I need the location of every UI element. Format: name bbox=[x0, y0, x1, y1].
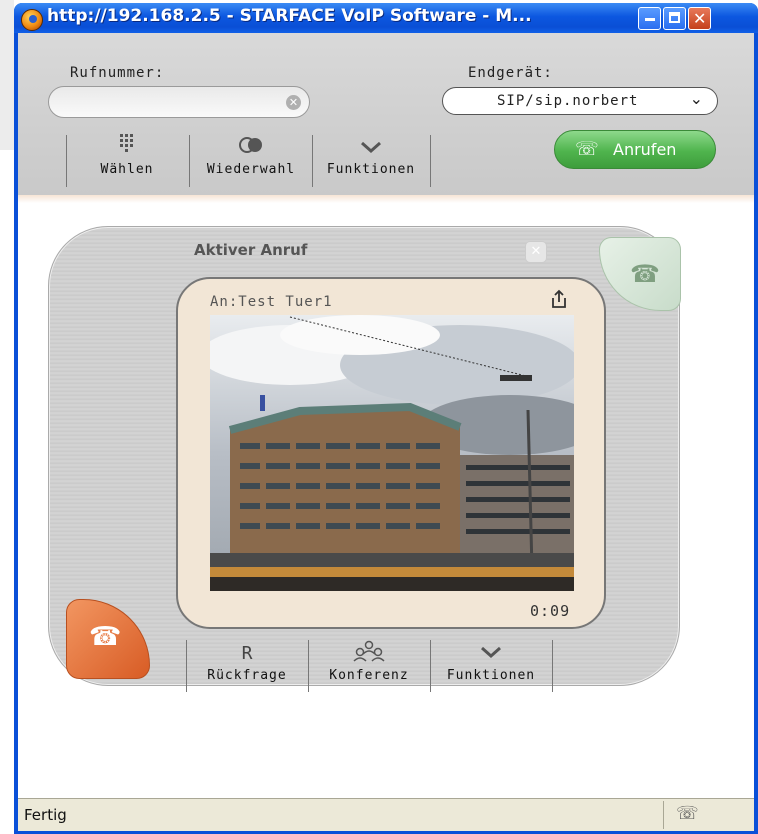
redial-button[interactable]: Wiederwahl bbox=[190, 132, 312, 188]
conference-button[interactable]: Konferenz bbox=[309, 640, 429, 696]
close-button[interactable]: ✕ bbox=[688, 7, 711, 30]
camera-video bbox=[210, 315, 574, 591]
dial-button-label: Wählen bbox=[100, 162, 154, 177]
call-functions-button[interactable]: Funktionen bbox=[431, 640, 551, 696]
conference-icon bbox=[309, 640, 429, 668]
call-duration: 0:09 bbox=[530, 602, 571, 620]
panel-title: Aktiver Anruf bbox=[194, 241, 308, 259]
separator bbox=[552, 640, 553, 692]
phone-number-input[interactable]: ✕ bbox=[48, 86, 310, 118]
share-icon[interactable] bbox=[550, 289, 568, 314]
close-icon[interactable]: ✕ bbox=[525, 241, 547, 263]
status-divider bbox=[663, 801, 664, 829]
page-content: Rufnummer: ✕ Endgerät: SIP/sip.norbert ⌄ bbox=[18, 33, 754, 831]
dial-toolbar: Rufnummer: ✕ Endgerät: SIP/sip.norbert ⌄ bbox=[18, 33, 754, 203]
close-icon: ✕ bbox=[693, 9, 707, 28]
phone-icon: ☏ bbox=[676, 803, 699, 824]
functions-button[interactable]: Funktionen bbox=[312, 132, 430, 188]
chevron-down-icon: ⌄ bbox=[689, 89, 703, 108]
title-bar[interactable]: http://192.168.2.5 - STARFACE VoIP Softw… bbox=[14, 3, 758, 33]
call-button[interactable]: ☏ Anrufen bbox=[554, 130, 716, 169]
minimize-icon bbox=[645, 18, 655, 21]
phone-number-label: Rufnummer: bbox=[70, 65, 165, 81]
call-functions-button-label: Funktionen bbox=[446, 668, 536, 683]
dial-button[interactable]: Wählen bbox=[66, 132, 188, 188]
consultation-button[interactable]: R Rückfrage bbox=[187, 640, 307, 696]
functions-button-label: Funktionen bbox=[326, 162, 416, 177]
maximize-button[interactable] bbox=[663, 7, 686, 30]
firefox-icon bbox=[21, 9, 43, 31]
window-title: http://192.168.2.5 - STARFACE VoIP Softw… bbox=[47, 6, 532, 26]
phone-icon: ☎ bbox=[630, 260, 660, 288]
device-value: SIP/sip.norbert bbox=[497, 93, 639, 109]
phone-icon: ☏ bbox=[575, 138, 599, 160]
device-label: Endgerät: bbox=[468, 65, 553, 81]
consultation-button-label: Rückfrage bbox=[207, 668, 287, 683]
call-button-label: Anrufen bbox=[613, 140, 677, 159]
answer-button[interactable]: ☎ bbox=[599, 237, 681, 311]
device-select[interactable]: SIP/sip.norbert ⌄ bbox=[442, 87, 718, 115]
chevron-down-icon bbox=[312, 132, 430, 162]
separator bbox=[430, 135, 431, 187]
status-text: Fertig bbox=[24, 806, 67, 824]
dialpad-icon bbox=[66, 132, 188, 162]
browser-window: http://192.168.2.5 - STARFACE VoIP Softw… bbox=[14, 3, 758, 834]
redial-icon bbox=[190, 132, 312, 162]
hangup-icon: ☎ bbox=[89, 622, 122, 652]
conference-button-label: Konferenz bbox=[329, 668, 409, 683]
call-info-box: An:Test Tuer1 0:09 bbox=[176, 277, 606, 629]
redial-button-label: Wiederwahl bbox=[206, 162, 296, 177]
maximize-icon bbox=[669, 12, 680, 23]
callee-name: An:Test Tuer1 bbox=[210, 294, 333, 310]
clear-icon[interactable]: ✕ bbox=[286, 95, 301, 110]
consultation-icon: R bbox=[241, 643, 253, 664]
active-call-panel: Aktiver Anruf ✕ ☎ An:Test Tuer1 0:09 bbox=[48, 226, 681, 686]
background-strip bbox=[0, 0, 14, 150]
status-bar: Fertig ☏ bbox=[18, 798, 754, 831]
minimize-button[interactable] bbox=[638, 7, 661, 30]
chevron-down-icon bbox=[431, 640, 551, 668]
